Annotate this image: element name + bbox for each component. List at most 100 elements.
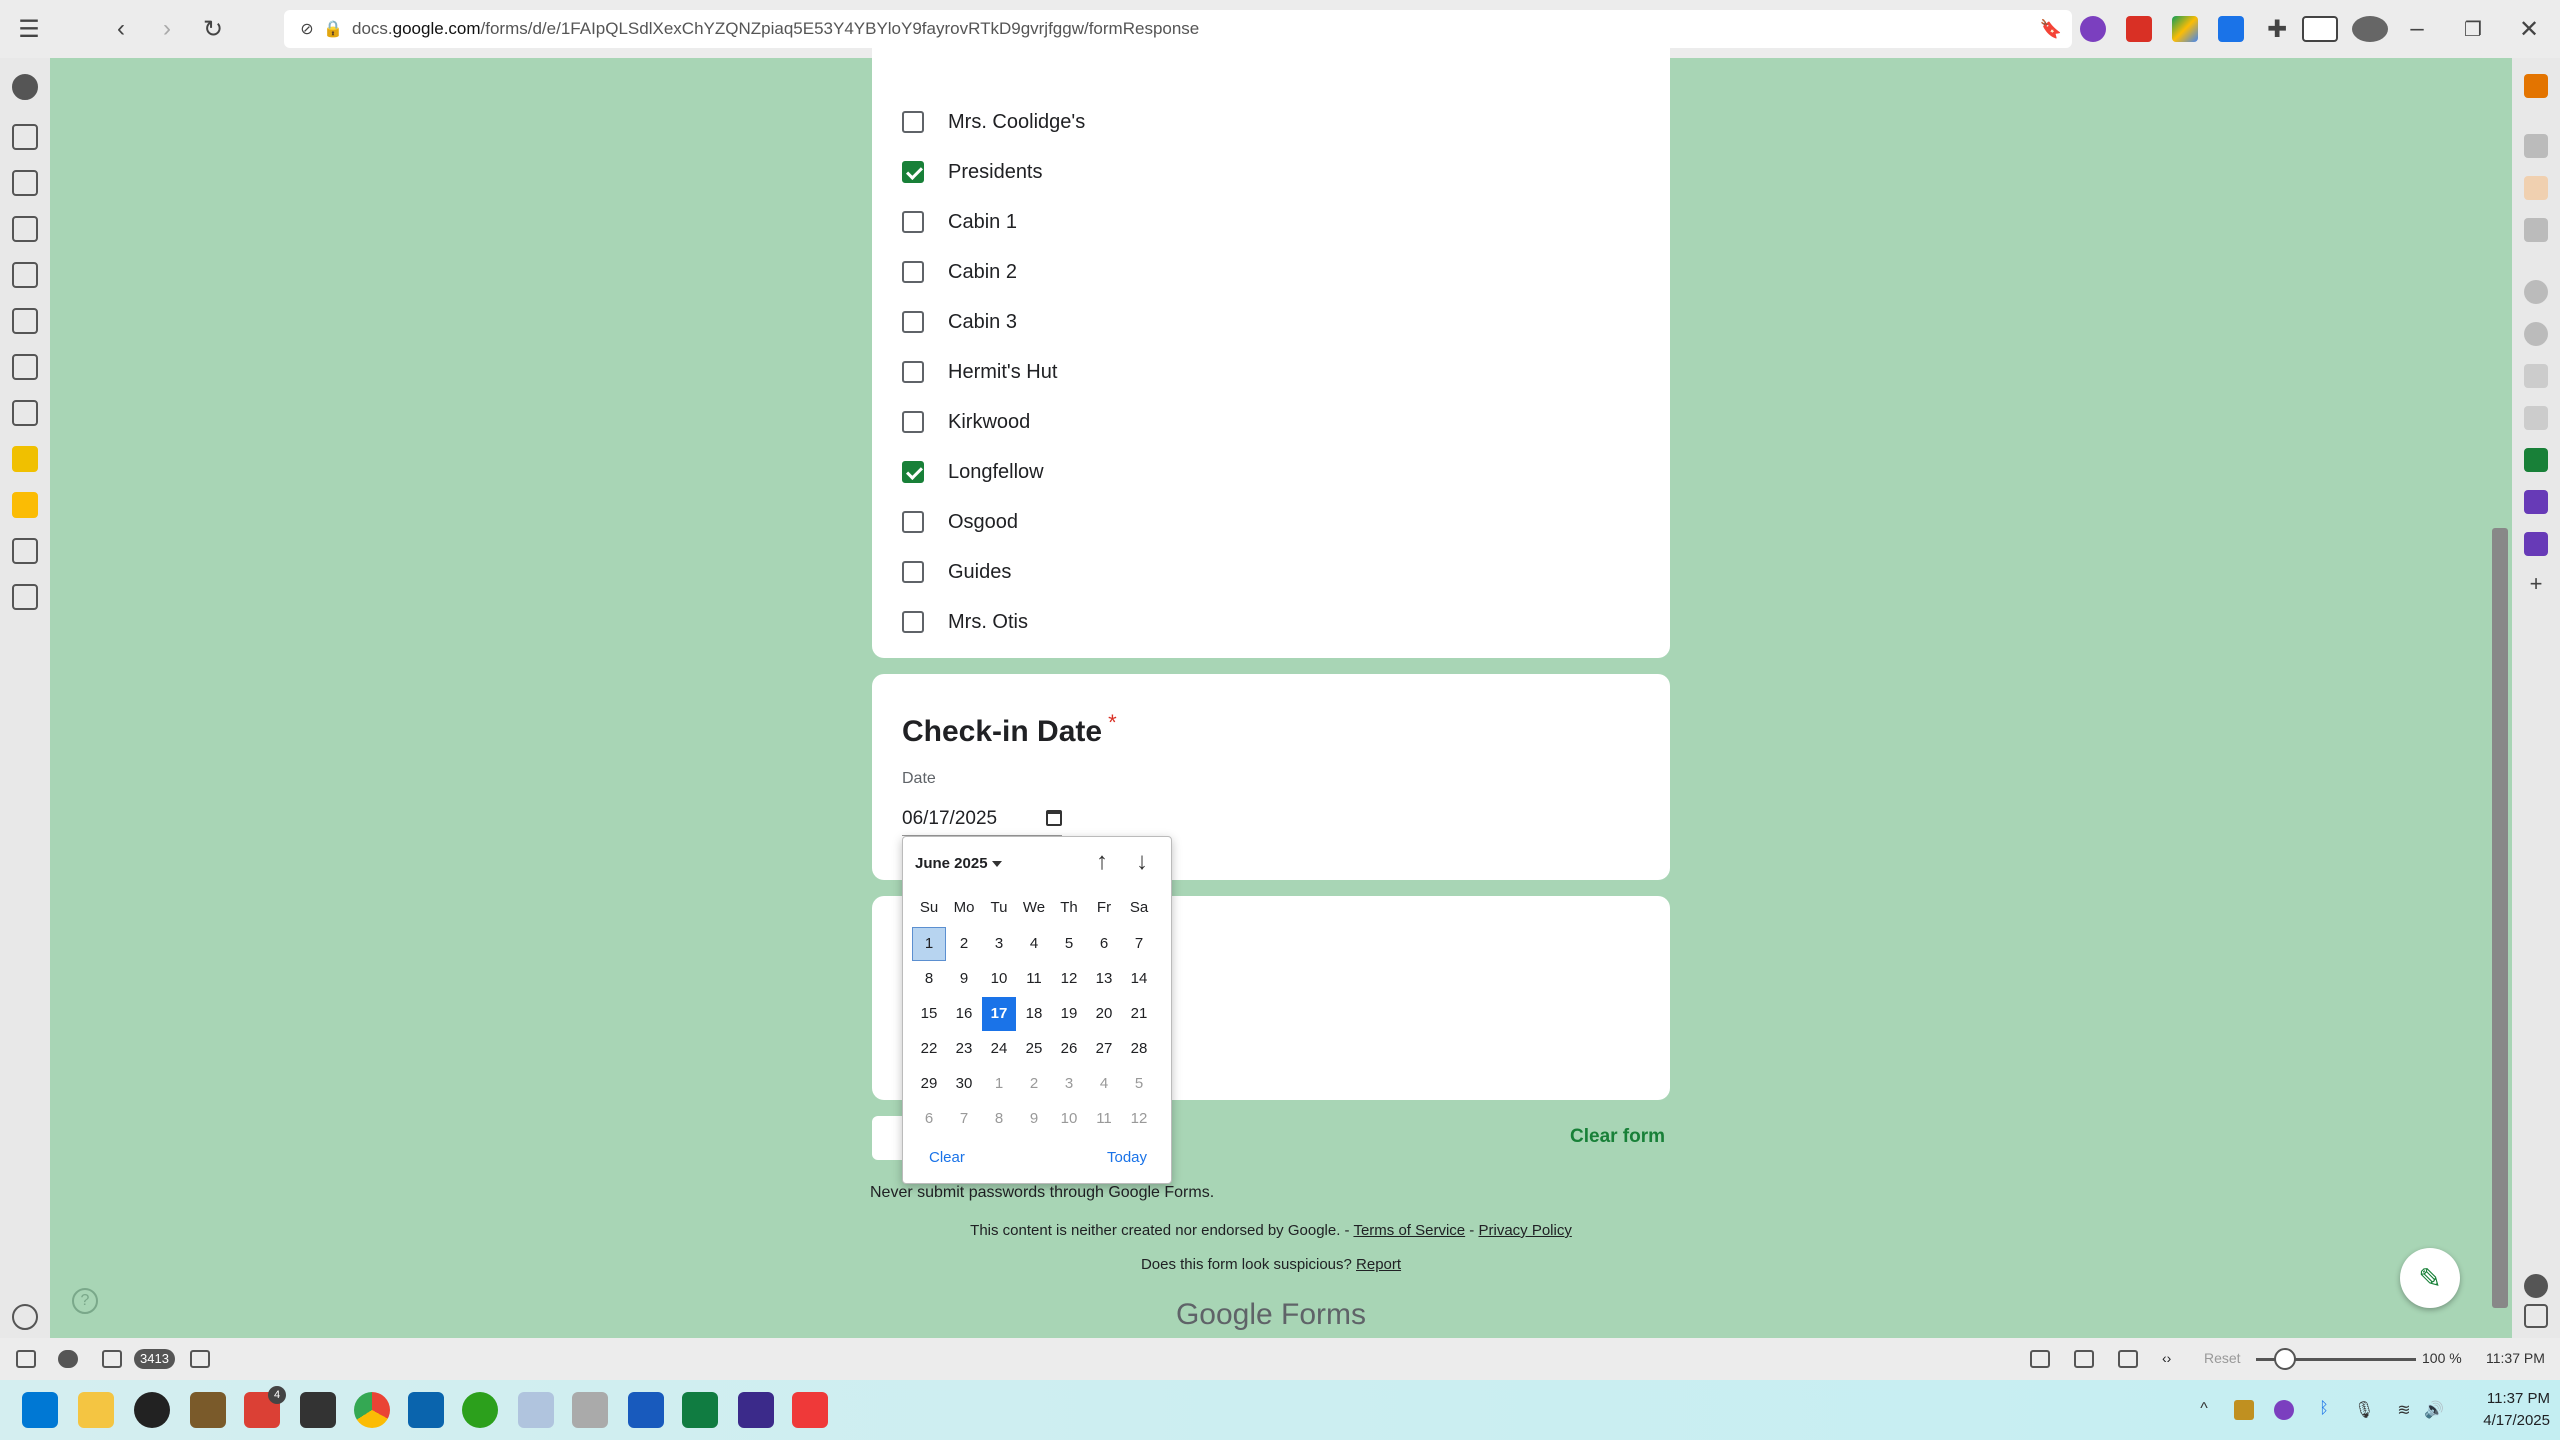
calendar-day[interactable]: 2: [947, 927, 981, 961]
image-icon[interactable]: [2074, 1350, 2094, 1368]
calendar-day[interactable]: 26: [1052, 1032, 1086, 1066]
calendar-day[interactable]: 30: [947, 1067, 981, 1101]
chrome-icon[interactable]: [354, 1392, 390, 1428]
checkbox-option[interactable]: Hermit's Hut: [902, 352, 1057, 392]
tasks-panel-icon[interactable]: [12, 308, 38, 334]
checkbox-option[interactable]: Guides: [902, 552, 1011, 592]
calendar-panel-icon[interactable]: [12, 216, 38, 242]
calendar-day[interactable]: 25: [1017, 1032, 1051, 1066]
calendar-day[interactable]: 6: [912, 1102, 946, 1136]
terms-of-service-link[interactable]: Terms of Service: [1353, 1222, 1465, 1239]
add-panel-icon[interactable]: [12, 584, 38, 610]
calendar-day[interactable]: 13: [1087, 962, 1121, 996]
checkbox-option[interactable]: Osgood: [902, 502, 1018, 542]
back-icon[interactable]: ‹: [106, 14, 136, 44]
calendar-day[interactable]: 17: [982, 997, 1016, 1031]
checkbox-option[interactable]: Presidents: [902, 152, 1043, 192]
vivaldi-menu-icon[interactable]: [12, 74, 38, 100]
calendar-day[interactable]: 1: [912, 927, 946, 961]
word-icon[interactable]: [628, 1392, 664, 1428]
scrivener-icon[interactable]: [300, 1392, 336, 1428]
panel-gemini-icon[interactable]: [2524, 364, 2548, 388]
minimize-icon[interactable]: –: [2402, 14, 2432, 44]
panel-add-icon[interactable]: +: [2524, 572, 2548, 596]
reading-list-icon[interactable]: [12, 354, 38, 380]
date-input[interactable]: 06/17/2025: [902, 808, 1062, 836]
checkbox-unchecked[interactable]: [902, 211, 924, 233]
calendar-day[interactable]: 8: [982, 1102, 1016, 1136]
next-month-arrow-icon[interactable]: ↓: [1129, 849, 1155, 875]
panel-orange-icon[interactable]: [2524, 74, 2548, 98]
quickbooks-icon[interactable]: [462, 1392, 498, 1428]
url-text[interactable]: docs.google.com/forms/d/e/1FAIpQLSdlXexC…: [352, 19, 1199, 39]
bookmarks-panel-icon[interactable]: [12, 124, 38, 150]
windows-start-icon[interactable]: [22, 1392, 58, 1428]
bookmark-icon[interactable]: 🔖: [2036, 14, 2066, 44]
edit-pencil-button[interactable]: ✎: [2400, 1248, 2460, 1308]
panel-chatgpt-icon[interactable]: [2524, 322, 2548, 346]
tiling-icon[interactable]: [2118, 1350, 2138, 1368]
mail-panel-icon[interactable]: [12, 170, 38, 196]
sync-cloud-icon[interactable]: [58, 1350, 78, 1368]
calendar-icon[interactable]: [1046, 810, 1062, 826]
checkbox-checked[interactable]: [902, 161, 924, 183]
calendar-day[interactable]: 24: [982, 1032, 1016, 1066]
month-year-dropdown[interactable]: June 2025: [915, 855, 1002, 872]
profile-avatar[interactable]: [2352, 16, 2388, 42]
keep-icon[interactable]: [12, 492, 38, 518]
mail-status-icon[interactable]: [102, 1350, 122, 1368]
bluetooth-icon[interactable]: ᛒ: [2314, 1400, 2334, 1420]
file-explorer-icon[interactable]: [78, 1392, 114, 1428]
calendar-day[interactable]: 28: [1122, 1032, 1156, 1066]
calendar-day[interactable]: 8: [912, 962, 946, 996]
calendar-day[interactable]: 18: [1017, 997, 1051, 1031]
puzzle-icon[interactable]: ✚: [2262, 14, 2292, 44]
todoist-icon[interactable]: 4: [244, 1386, 286, 1428]
google-drive-icon[interactable]: [2172, 16, 2198, 42]
app-grid-icon[interactable]: [190, 1392, 226, 1428]
help-icon[interactable]: ?: [72, 1288, 98, 1314]
snipping-tool-icon[interactable]: [518, 1392, 554, 1428]
extension-blue-icon[interactable]: [2218, 16, 2244, 42]
checkbox-unchecked[interactable]: [902, 611, 924, 633]
settings-icon[interactable]: [12, 1304, 38, 1330]
panel-photos-icon[interactable]: [2524, 176, 2548, 200]
calendar-day[interactable]: 16: [947, 997, 981, 1031]
notes-panel-icon[interactable]: [12, 262, 38, 288]
checkbox-option[interactable]: Cabin 2: [902, 252, 1017, 292]
report-link[interactable]: Report: [1356, 1256, 1401, 1273]
checkbox-option[interactable]: Mrs. Coolidge's: [902, 102, 1085, 142]
panel-trash-icon[interactable]: [2524, 1304, 2548, 1328]
calendar-day[interactable]: 21: [1122, 997, 1156, 1031]
calendar-day[interactable]: 20: [1087, 997, 1121, 1031]
zoom-slider-handle[interactable]: [2274, 1348, 2296, 1370]
klack-icon[interactable]: [134, 1392, 170, 1428]
search-extension-icon[interactable]: [2080, 16, 2106, 42]
calendar-day[interactable]: 4: [1087, 1067, 1121, 1101]
panel-circle-icon[interactable]: [2524, 280, 2548, 304]
camera-icon[interactable]: [2030, 1350, 2050, 1368]
checkbox-option[interactable]: Kirkwood: [902, 402, 1030, 442]
document-panel-icon[interactable]: [12, 538, 38, 564]
calendar-day[interactable]: 3: [982, 927, 1016, 961]
panel-drive-icon[interactable]: [2524, 218, 2548, 242]
calendar-day[interactable]: 14: [1122, 962, 1156, 996]
checkbox-unchecked[interactable]: [902, 361, 924, 383]
checkbox-unchecked[interactable]: [902, 261, 924, 283]
vivaldi-taskbar-icon[interactable]: [792, 1392, 828, 1428]
restore-icon[interactable]: ❐: [2458, 14, 2488, 44]
calendar-day[interactable]: 23: [947, 1032, 981, 1066]
forward-icon[interactable]: ›: [152, 14, 182, 44]
downloads-icon[interactable]: [12, 400, 38, 426]
panel-forms2-icon[interactable]: [2524, 532, 2548, 556]
checkbox-option[interactable]: Longfellow: [902, 452, 1044, 492]
checkbox-unchecked[interactable]: [902, 311, 924, 333]
tray-firefox-icon[interactable]: [2274, 1400, 2294, 1420]
calendar-day[interactable]: 11: [1087, 1102, 1121, 1136]
scrollbar-thumb[interactable]: [2492, 528, 2508, 1308]
panel-forms-icon[interactable]: [2524, 490, 2548, 514]
calendar-day[interactable]: 27: [1087, 1032, 1121, 1066]
page-scrollbar[interactable]: [2488, 58, 2512, 1338]
menu-icon[interactable]: ☰: [14, 14, 44, 44]
search-app-icon[interactable]: [738, 1392, 774, 1428]
